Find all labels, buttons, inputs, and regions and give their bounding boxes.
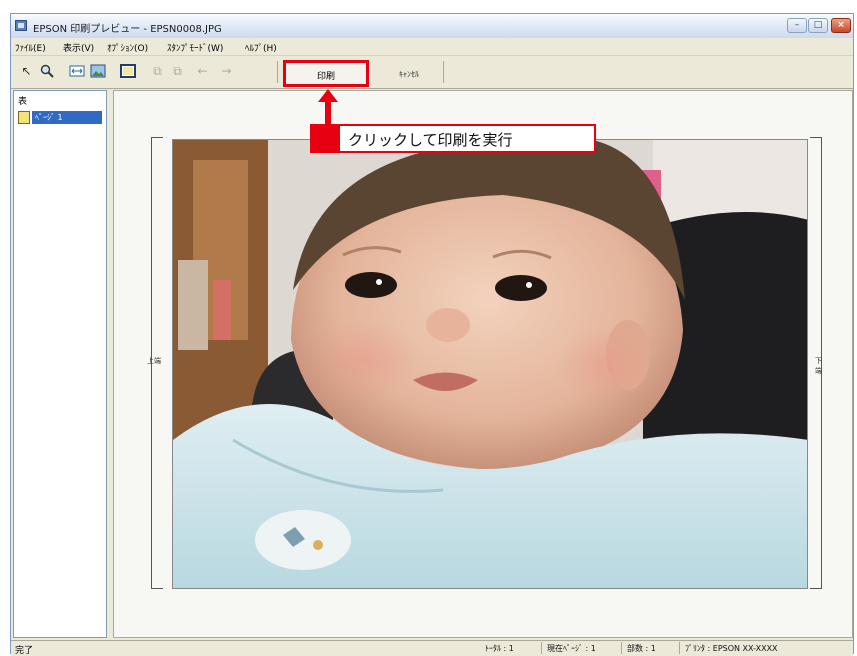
full-page-icon[interactable] — [119, 64, 136, 79]
callout-marker — [312, 126, 340, 151]
copy-icon: ⧉ — [153, 64, 162, 78]
menu-file[interactable]: ﾌｧｲﾙ(E) — [15, 41, 46, 54]
menu-help[interactable]: ﾍﾙﾌﾟ(H) — [245, 41, 277, 54]
status-separator — [679, 642, 680, 654]
menu-bar: ﾌｧｲﾙ(E) 表示(V) ｵﾌﾟｼｮﾝ(O) ｽﾀﾝﾌﾟﾓｰﾄﾞ(W) ﾍﾙﾌ… — [11, 38, 853, 56]
close-button[interactable]: × — [831, 18, 851, 33]
tree-root-label: 表 — [18, 97, 28, 107]
tree-item-page-label: ﾍﾟｰｼﾞ 1 — [32, 111, 102, 124]
status-separator — [621, 642, 622, 654]
app-icon — [15, 20, 27, 31]
status-copies: 部数 : 1 — [627, 644, 656, 653]
page-tree-pane[interactable]: 表 ﾍﾟｰｼﾞ 1 — [13, 90, 107, 638]
preview-pane[interactable]: 上端 下端 — [113, 90, 853, 638]
page-thumbnail-icon — [18, 111, 30, 124]
window-title: EPSON 印刷プレビュー - EPSN0008.JPG — [33, 24, 222, 35]
back-arrow-icon: ← — [197, 64, 208, 78]
image-icon[interactable] — [89, 64, 106, 79]
left-margin-guide: 上端 — [147, 137, 163, 589]
annotation-callout: クリックして印刷を実行 — [310, 124, 596, 153]
right-guide-label: 下端 — [815, 357, 822, 375]
maximize-button[interactable]: □ — [808, 18, 828, 33]
forward-arrow-icon: → — [221, 64, 232, 78]
status-total-pages: ﾄｰﾀﾙ : 1 — [485, 644, 514, 653]
left-guide-label: 上端 — [147, 357, 161, 365]
fit-page-icon[interactable] — [68, 64, 85, 79]
status-printer: ﾌﾟﾘﾝﾀ : EPSON XX-XXXX — [685, 644, 778, 653]
right-margin-guide: 下端 — [810, 137, 822, 589]
status-separator — [541, 642, 542, 654]
title-bar[interactable]: EPSON 印刷プレビュー - EPSN0008.JPG – □ × — [11, 14, 853, 39]
menu-stamp-mode[interactable]: ｽﾀﾝﾌﾟﾓｰﾄﾞ(W) — [167, 41, 223, 54]
zoom-icon[interactable] — [38, 64, 55, 79]
toolbar: ↖ ⧉ ⧉ ← → 印刷 ｷｬﾝｾﾙ — [11, 56, 853, 89]
paste-icon: ⧉ — [173, 64, 182, 78]
callout-text: クリックして印刷を実行 — [348, 131, 513, 149]
tree-item-page-1[interactable]: ﾍﾟｰｼﾞ 1 — [18, 111, 104, 125]
baby-photo-image — [173, 140, 807, 588]
status-ready: 完了 — [15, 646, 34, 656]
preview-photo — [172, 139, 808, 589]
print-button-label: 印刷 — [316, 72, 335, 82]
cancel-button-label: ｷｬﾝｾﾙ — [399, 70, 419, 79]
status-current-page: 現在ﾍﾟｰｼﾞ : 1 — [547, 644, 596, 653]
menu-view[interactable]: 表示(V) — [63, 41, 94, 54]
toolbar-separator — [277, 61, 278, 83]
annotation-arrow-shaft — [325, 100, 331, 124]
minimize-button[interactable]: – — [787, 18, 807, 33]
print-preview-window: EPSON 印刷プレビュー - EPSN0008.JPG – □ × ﾌｧｲﾙ(… — [10, 13, 854, 656]
cancel-button[interactable]: ｷｬﾝｾﾙ — [381, 60, 437, 87]
toolbar-separator — [443, 61, 444, 83]
pointer-icon[interactable]: ↖ — [18, 64, 35, 79]
print-button[interactable]: 印刷 — [283, 60, 369, 87]
menu-options[interactable]: ｵﾌﾟｼｮﾝ(O) — [107, 41, 148, 54]
